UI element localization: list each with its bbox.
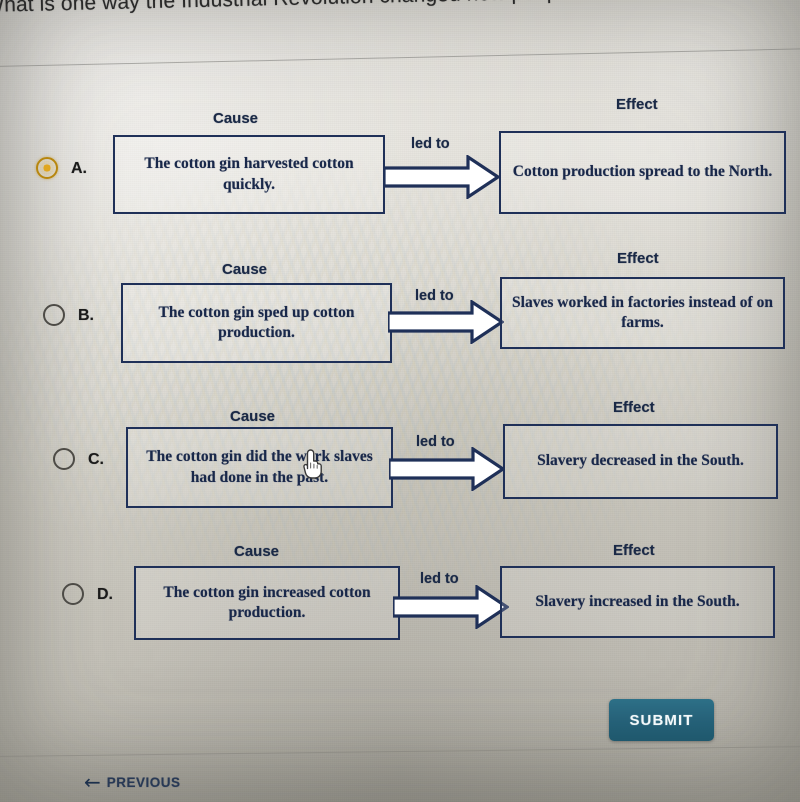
cause-text-a: The cotton gin harvested cotton quickly. — [144, 155, 354, 193]
option-letter-d: D. — [97, 586, 113, 603]
cause-text-b: The cotton gin sped up cotton production… — [158, 303, 355, 341]
cause-label-b: Cause — [222, 261, 268, 278]
option-letter-b: B. — [78, 307, 94, 324]
led-to-label-a: led to — [411, 136, 450, 152]
submit-button[interactable]: SUBMIT — [609, 699, 714, 741]
effect-label-b: Effect — [617, 250, 659, 267]
cause-text-c: The cotton gin did the work slaves had d… — [146, 448, 373, 486]
previous-link[interactable]: ← PREVIOUS — [84, 772, 181, 792]
cause-text-d: The cotton gin increased cotton producti… — [163, 583, 371, 621]
previous-label: PREVIOUS — [106, 774, 181, 790]
footer-divider — [0, 746, 800, 757]
effect-box-a: Cotton production spread to the North. — [499, 131, 786, 214]
cause-box-b: The cotton gin sped up cotton production… — [121, 283, 392, 363]
radio-option-c[interactable] — [53, 448, 75, 470]
cause-box-c: The cotton gin did the work slaves had d… — [126, 427, 393, 508]
quiz-screenshot: What is one way the Industrial Revolutio… — [0, 0, 800, 802]
option-letter-c: C. — [88, 451, 104, 468]
cause-label-a: Cause — [213, 110, 259, 127]
arrow-b — [388, 300, 504, 344]
effect-label-a: Effect — [616, 96, 658, 113]
cause-label-c: Cause — [230, 408, 276, 425]
effect-box-b: Slaves worked in factories instead of on… — [500, 277, 785, 349]
cause-box-a: The cotton gin harvested cotton quickly. — [113, 135, 385, 214]
effect-text-d: Slavery increased in the South. — [535, 592, 740, 610]
cause-label-d: Cause — [234, 543, 280, 560]
arrow-c — [389, 447, 505, 491]
arrow-left-icon: ← — [84, 770, 101, 794]
arrow-a — [384, 155, 500, 199]
radio-option-d[interactable] — [62, 583, 84, 605]
arrow-d — [393, 585, 509, 629]
effect-label-c: Effect — [613, 399, 655, 416]
option-letter-a: A. — [71, 160, 87, 177]
question-title: What is one way the Industrial Revolutio… — [0, 0, 800, 18]
radio-option-a[interactable] — [36, 157, 58, 179]
effect-box-c: Slavery decreased in the South. — [503, 424, 778, 499]
header-divider — [0, 48, 800, 67]
effect-box-d: Slavery increased in the South. — [500, 566, 775, 638]
cause-box-d: The cotton gin increased cotton producti… — [134, 566, 400, 640]
effect-text-c: Slavery decreased in the South. — [537, 452, 744, 470]
effect-text-a: Cotton production spread to the North. — [512, 163, 773, 181]
radio-option-b[interactable] — [43, 304, 65, 326]
effect-text-b: Slaves worked in factories instead of on… — [512, 293, 773, 331]
effect-label-d: Effect — [613, 542, 655, 559]
